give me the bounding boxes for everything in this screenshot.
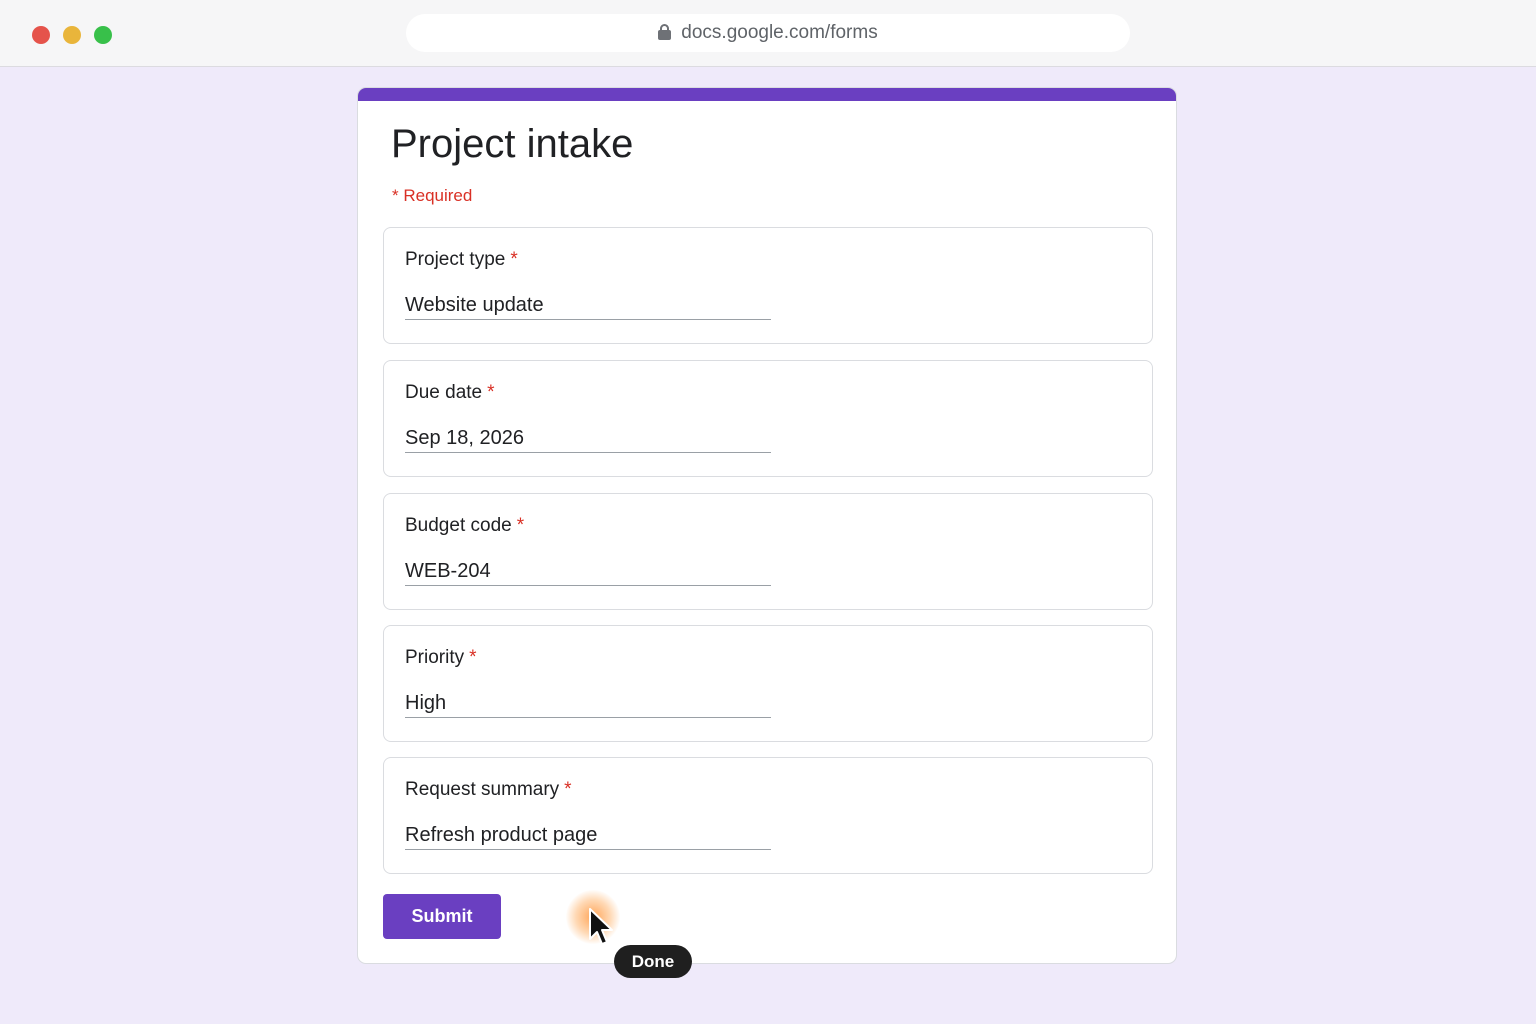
mouse-pointer-icon [589, 908, 613, 945]
required-asterisk: * [510, 249, 518, 270]
question-project-type: Project type * [383, 227, 1153, 344]
question-label: Budget code * [405, 515, 525, 536]
done-tooltip: Done [614, 945, 692, 978]
form-card: Project intake * Required Project type * … [357, 87, 1177, 964]
question-priority: Priority * [383, 625, 1153, 742]
required-asterisk: * [564, 779, 572, 800]
request-summary-input[interactable] [405, 821, 771, 850]
budget-code-input[interactable] [405, 557, 771, 586]
required-asterisk: * [516, 515, 525, 536]
question-due-date: Due date * [383, 360, 1153, 477]
address-bar[interactable]: docs.google.com/forms [406, 14, 1130, 52]
form-title: Project intake [391, 122, 634, 166]
project-type-input[interactable] [405, 291, 771, 320]
url-text: docs.google.com/forms [681, 22, 878, 43]
form-accent-bar [358, 88, 1176, 101]
submit-button[interactable]: Submit [383, 894, 501, 939]
question-request-summary: Request summary * [383, 757, 1153, 874]
question-budget-code: Budget code * [383, 493, 1153, 610]
required-asterisk: * [469, 647, 477, 668]
required-asterisk: * [487, 382, 495, 403]
browser-toolbar: docs.google.com/forms [0, 0, 1536, 67]
question-label: Project type * [405, 249, 518, 270]
minimize-window-button[interactable] [63, 26, 81, 44]
question-label: Priority * [405, 647, 477, 668]
required-note: * Required [392, 186, 473, 205]
due-date-input[interactable] [405, 424, 771, 453]
close-window-button[interactable] [32, 26, 50, 44]
maximize-window-button[interactable] [94, 26, 112, 44]
lock-icon [658, 24, 672, 40]
priority-input[interactable] [405, 689, 771, 718]
question-label: Request summary * [405, 779, 572, 800]
question-label: Due date * [405, 382, 495, 403]
